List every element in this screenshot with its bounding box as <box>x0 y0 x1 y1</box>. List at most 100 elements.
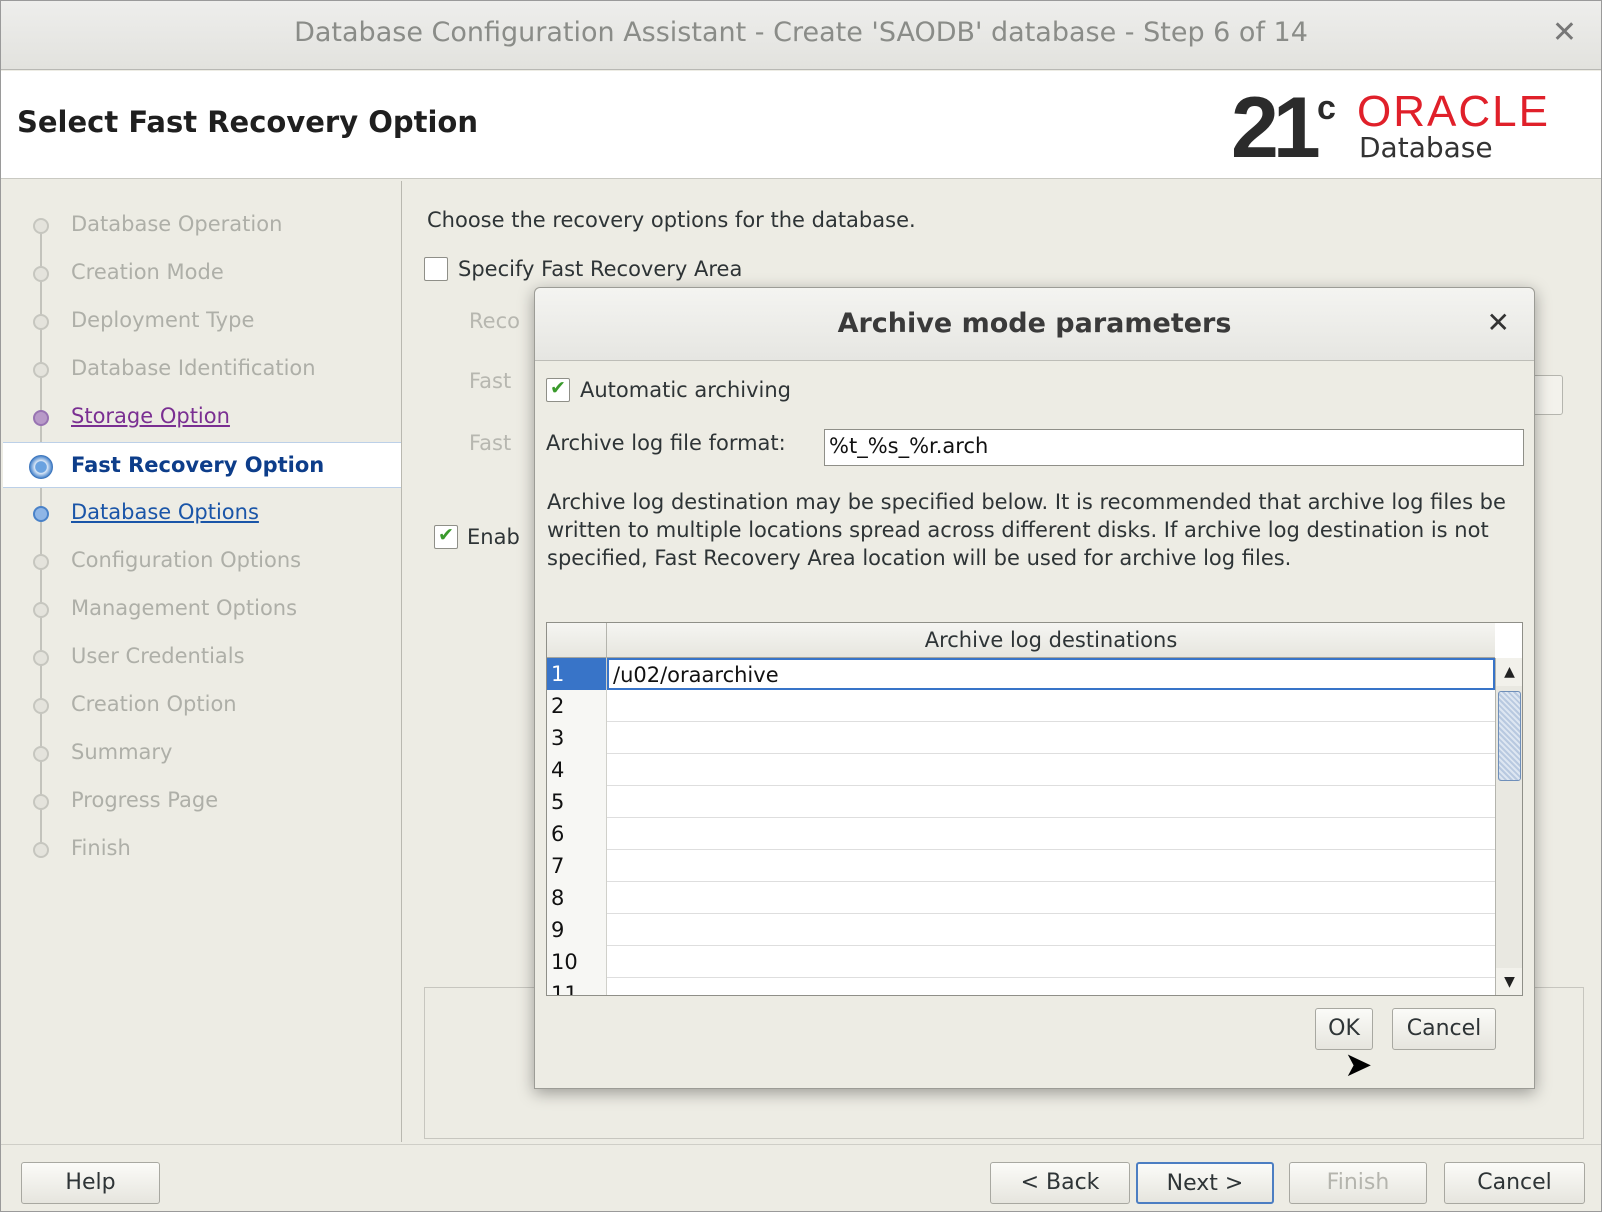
destination-cell[interactable]: /u02/oraarchive <box>607 658 1495 690</box>
window-title: Database Configuration Assistant - Creat… <box>294 17 1308 48</box>
row-number: 9 <box>547 914 607 946</box>
nav-step-database-operation: Database Operation <box>3 202 401 248</box>
table-row[interactable]: 3 <box>547 722 1495 754</box>
nav-step-label: Database Identification <box>71 356 316 380</box>
step-bullet-icon <box>33 746 49 762</box>
table-row[interactable]: 7 <box>547 850 1495 882</box>
nav-step-label: Database Operation <box>71 212 283 236</box>
destination-cell[interactable] <box>607 850 1495 882</box>
cancel-button[interactable]: Cancel <box>1444 1162 1585 1204</box>
destination-cell[interactable] <box>607 786 1495 818</box>
destination-cell[interactable] <box>607 690 1495 722</box>
table-row[interactable]: 8 <box>547 882 1495 914</box>
oracle-logo: ORACLE <box>1357 87 1550 136</box>
nav-step-label: Storage Option <box>71 404 230 428</box>
nav-step-user-credentials: User Credentials <box>3 634 401 680</box>
nav-step-label: Fast Recovery Option <box>71 453 325 477</box>
table-row[interactable]: 10 <box>547 946 1495 978</box>
step-bullet-icon <box>33 794 49 810</box>
destination-cell[interactable] <box>607 754 1495 786</box>
page-title: Select Fast Recovery Option <box>17 105 478 139</box>
row-number: 1 <box>547 658 607 690</box>
table-row[interactable]: 6 <box>547 818 1495 850</box>
table-header: Archive log destinations <box>547 623 1495 658</box>
nav-step-database-options[interactable]: Database Options <box>3 490 401 536</box>
destinations-column-header: Archive log destinations <box>924 628 1178 652</box>
automatic-archiving-checkbox[interactable] <box>546 377 570 402</box>
nav-step-label: Progress Page <box>71 788 219 812</box>
archive-format-input[interactable]: %t_%s_%r.arch <box>824 429 1524 466</box>
close-icon[interactable]: ✕ <box>1552 15 1577 50</box>
scroll-up-icon[interactable]: ▲ <box>1496 658 1522 686</box>
nav-step-storage-option[interactable]: Storage Option <box>3 394 401 440</box>
nav-step-finish: Finish <box>3 826 401 872</box>
step-bullet-icon <box>33 698 49 714</box>
bottom-button-bar: Help < Back Next > Finish Cancel <box>1 1144 1601 1211</box>
archive-destinations-table[interactable]: Archive log destinations 1/u02/oraarchiv… <box>546 622 1523 996</box>
nav-step-label: Finish <box>71 836 131 860</box>
fast-recovery-unit-label: Fast <box>469 431 512 455</box>
dialog-ok-button[interactable]: OK <box>1315 1008 1373 1050</box>
row-number: 11 <box>547 978 607 995</box>
recovery-area-label: Reco <box>469 309 520 333</box>
row-number: 8 <box>547 882 607 914</box>
enable-archiving-label[interactable]: Enab <box>467 525 520 549</box>
row-number: 5 <box>547 786 607 818</box>
window-titlebar: Database Configuration Assistant - Creat… <box>1 1 1601 70</box>
specify-fra-label[interactable]: Specify Fast Recovery Area <box>458 257 742 281</box>
destination-cell[interactable] <box>607 722 1495 754</box>
enable-archiving-checkbox[interactable] <box>434 524 458 549</box>
destination-cell[interactable] <box>607 818 1495 850</box>
nav-step-database-identification: Database Identification <box>3 346 401 392</box>
back-button[interactable]: < Back <box>990 1162 1130 1204</box>
table-row[interactable]: 9 <box>547 914 1495 946</box>
row-number: 7 <box>547 850 607 882</box>
step-bullet-icon <box>33 362 49 378</box>
table-row[interactable]: 5 <box>547 786 1495 818</box>
table-row[interactable]: 1/u02/oraarchive <box>547 658 1495 690</box>
destination-cell[interactable] <box>607 882 1495 914</box>
dialog-title: Archive mode parameters <box>837 308 1232 339</box>
logo-version-sup: c <box>1317 89 1336 127</box>
step-bullet-icon <box>33 410 49 426</box>
nav-step-label: Deployment Type <box>71 308 255 332</box>
specify-fra-checkbox[interactable] <box>424 257 448 281</box>
row-number: 10 <box>547 946 607 978</box>
step-bullet-icon <box>33 314 49 330</box>
row-number: 4 <box>547 754 607 786</box>
dialog-close-icon[interactable]: ✕ <box>1487 306 1510 339</box>
table-row[interactable]: 2 <box>547 690 1495 722</box>
nav-step-progress-page: Progress Page <box>3 778 401 824</box>
table-row[interactable]: 4 <box>547 754 1495 786</box>
step-bullet-icon <box>33 602 49 618</box>
step-bullet-icon <box>33 650 49 666</box>
help-button[interactable]: Help <box>21 1162 160 1204</box>
dialog-cancel-button[interactable]: Cancel <box>1392 1008 1496 1050</box>
archive-mode-dialog: Archive mode parameters ✕ Automatic arch… <box>534 287 1535 1089</box>
table-row[interactable]: 11 <box>547 978 1495 995</box>
destination-cell[interactable] <box>607 946 1495 978</box>
row-number: 3 <box>547 722 607 754</box>
page-header: Select Fast Recovery Option 21 c ORACLE … <box>1 71 1601 179</box>
finish-button[interactable]: Finish <box>1289 1162 1427 1204</box>
step-bullet-icon <box>33 554 49 570</box>
scroll-thumb[interactable] <box>1498 691 1521 781</box>
nav-step-label: Summary <box>71 740 173 764</box>
nav-step-management-options: Management Options <box>3 586 401 632</box>
step-bullet-icon <box>33 842 49 858</box>
automatic-archiving-label[interactable]: Automatic archiving <box>580 378 791 402</box>
destination-cell[interactable] <box>607 978 1495 995</box>
nav-step-label: User Credentials <box>71 644 245 668</box>
nav-step-fast-recovery-option[interactable]: Fast Recovery Option <box>3 442 401 488</box>
nav-step-label: Creation Mode <box>71 260 224 284</box>
next-button[interactable]: Next > <box>1136 1162 1274 1204</box>
mouse-pointer-icon: ➤ <box>1344 1045 1373 1085</box>
row-number: 2 <box>547 690 607 722</box>
archive-format-label: Archive log file format: <box>546 431 786 455</box>
table-scrollbar[interactable]: ▲ ▼ <box>1495 658 1522 995</box>
scroll-down-icon[interactable]: ▼ <box>1496 968 1522 995</box>
destination-cell[interactable] <box>607 914 1495 946</box>
intro-text: Choose the recovery options for the data… <box>427 208 916 232</box>
nav-step-configuration-options: Configuration Options <box>3 538 401 584</box>
nav-step-summary: Summary <box>3 730 401 776</box>
